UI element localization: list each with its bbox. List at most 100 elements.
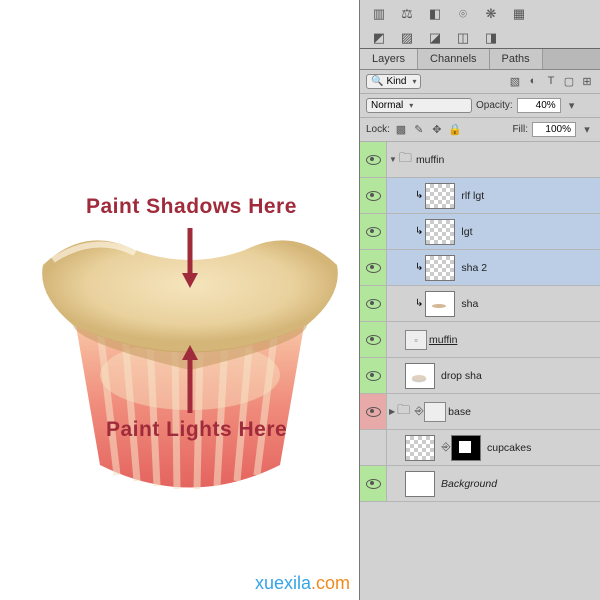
smart-thumb: ▫ [405,330,427,350]
layers-panel: ▥ ⚖ ◧ ⌾ ❋ ▦ ◩ ▨ ◪ ◫ ◨ Layers Channels Paths 🔍 Kin… [359,0,600,600]
contrast-icon[interactable]: ◧ [426,6,444,22]
chevron-down-icon[interactable]: ▾ [580,123,594,137]
visibility-toggle[interactable] [360,178,387,213]
visibility-toggle[interactable] [360,430,387,465]
filter-shape-icon[interactable]: ▢ [562,75,576,89]
mask-thumb [451,435,481,461]
disclosure-icon[interactable]: ▼ [387,155,399,164]
panel-tabs: Layers Channels Paths [360,48,600,70]
opacity-label: Opacity: [476,100,513,111]
layer-name[interactable]: cupcakes [487,442,531,454]
layer-name[interactable]: muffin [429,334,457,346]
visibility-toggle[interactable] [360,250,387,285]
lock-paint-icon[interactable]: ✎ [412,123,426,137]
clip-icon: ↳ [413,262,425,273]
layer-row[interactable]: Background [360,466,600,502]
visibility-toggle[interactable] [360,322,387,357]
visibility-toggle[interactable] [360,466,387,501]
layer-thumb [405,435,435,461]
folder-icon: 🗀 [397,401,410,423]
eye-icon [366,371,381,381]
lock-label: Lock: [366,124,390,135]
layer-thumb [425,291,455,317]
filter-smart-icon[interactable]: ⊞ [580,75,594,89]
camera-icon[interactable]: ⌾ [454,6,472,22]
opacity-input[interactable]: 40% [517,98,561,113]
eye-icon [366,227,381,237]
arrow-up-icon [180,345,200,413]
layer-row[interactable]: ⎆ cupcakes [360,430,600,466]
shadow-annotation: Paint Shadows Here [86,195,297,219]
layer-thumb [405,363,435,389]
grid-icon[interactable]: ▦ [510,6,528,22]
tab-channels[interactable]: Channels [418,49,489,69]
histogram-icon[interactable]: ▥ [370,6,388,22]
layer-thumb [425,219,455,245]
watermark: xuexila.com [255,573,350,594]
rgb-icon[interactable]: ❋ [482,6,500,22]
disclosure-icon[interactable]: ▶ [387,407,397,416]
visibility-toggle[interactable] [360,394,387,429]
eye-icon [366,479,381,489]
layer-name[interactable]: lgt [461,226,472,238]
filter-image-icon[interactable]: ▧ [508,75,522,89]
layer-row[interactable]: ▫muffin [360,322,600,358]
adj3-icon[interactable]: ◪ [426,30,444,46]
layer-name[interactable]: muffin [416,154,444,166]
layer-name[interactable]: drop sha [441,370,482,382]
chevron-down-icon[interactable]: ▾ [565,99,579,113]
visibility-toggle[interactable] [360,214,387,249]
visibility-toggle[interactable] [360,142,387,177]
link-icon: ⎆ [414,405,424,418]
layer-thumb [425,255,455,281]
eye-icon [366,335,381,345]
visibility-toggle[interactable] [360,358,387,393]
layer-name[interactable]: Background [441,478,497,490]
balance-icon[interactable]: ⚖ [398,6,416,22]
adj2-icon[interactable]: ▨ [398,30,416,46]
layer-row[interactable]: ↳ lgt [360,214,600,250]
layer-row[interactable]: ↳ sha 2 [360,250,600,286]
lock-transparent-icon[interactable]: ▩ [394,123,408,137]
adj5-icon[interactable]: ◨ [482,30,500,46]
adj4-icon[interactable]: ◫ [454,30,472,46]
layer-row[interactable]: ▶🗀 ⎆ base [360,394,600,430]
layer-list: ▼🗀muffin↳rlf lgt↳lgt↳sha 2↳sha▫muffindro… [360,142,600,502]
lock-move-icon[interactable]: ✥ [430,123,444,137]
eye-icon [366,155,381,165]
eye-icon [366,407,381,417]
filter-kind-select[interactable]: 🔍 Kind [366,74,421,89]
panel-iconrow-1: ▥ ⚖ ◧ ⌾ ❋ ▦ [360,0,600,24]
filter-type-icon[interactable]: T [544,75,558,89]
light-annotation: Paint Lights Here [106,418,287,442]
filter-adjust-icon[interactable]: ◐ [526,75,540,89]
tab-paths[interactable]: Paths [490,49,543,69]
layer-name[interactable]: rlf lgt [461,190,484,202]
fill-input[interactable]: 100% [532,122,576,137]
canvas-area: Paint Shadows Here Paint Lights Here [0,0,360,570]
layer-name[interactable]: sha [461,298,478,310]
clip-icon: ↳ [413,226,425,237]
panel-iconrow-2: ◩ ▨ ◪ ◫ ◨ [360,24,600,48]
eye-icon [366,299,381,309]
eye-icon [366,191,381,201]
layer-row[interactable]: drop sha [360,358,600,394]
layer-row[interactable]: ↳ rlf lgt [360,178,600,214]
layer-row[interactable]: ▼🗀muffin [360,142,600,178]
fill-label: Fill: [512,124,528,135]
layer-thumb [405,471,435,497]
adj1-icon[interactable]: ◩ [370,30,388,46]
layer-row[interactable]: ↳ sha [360,286,600,322]
link-icon: ⎆ [441,441,451,454]
layer-thumb [425,183,455,209]
visibility-toggle[interactable] [360,286,387,321]
lock-all-icon[interactable]: 🔒 [448,123,462,137]
arrow-down-icon [180,228,200,288]
mask-thumb [424,402,446,422]
clip-icon: ↳ [413,298,425,309]
clip-icon: ↳ [413,190,425,201]
layer-name[interactable]: base [448,406,471,418]
blend-mode-select[interactable]: Normal [366,98,472,113]
tab-layers[interactable]: Layers [360,49,418,69]
layer-name[interactable]: sha 2 [461,262,487,274]
